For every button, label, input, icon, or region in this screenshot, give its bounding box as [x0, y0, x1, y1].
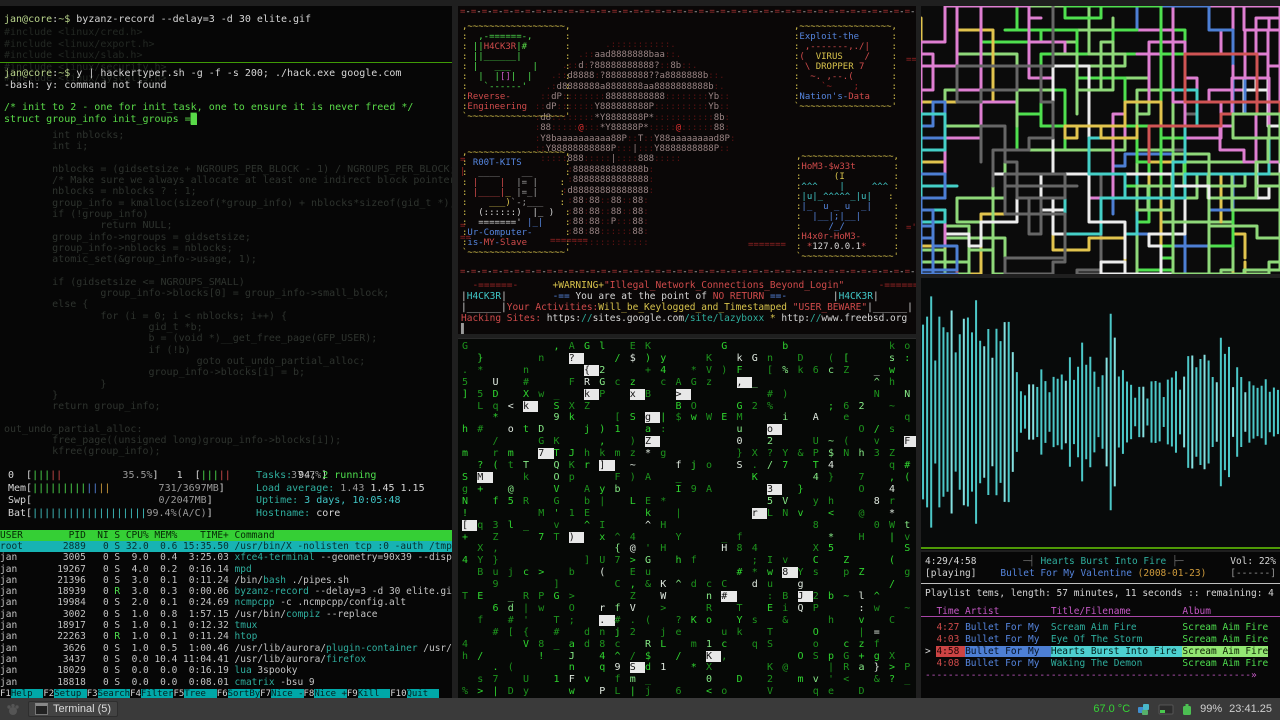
now-playing-artist: Bullet For My Valentine (2008-01-23) [1000, 568, 1207, 579]
fkey-label[interactable]: Nice - [271, 689, 304, 698]
cmatrix-pane[interactable]: G , A G l E K G b k o } n ? / $ ) y K k … [458, 338, 916, 699]
playlist-row[interactable]: 4:03 Bullet For My Eye Of The Storm Scre… [925, 634, 1276, 646]
fkey-F1[interactable]: F1 [0, 689, 11, 698]
ascii-border-bottom: =-=-=-=-=-=-=-=-=-=-=-=-=-=-=-=-=-=-=-=-… [460, 267, 916, 277]
matrix-rain: G , A G l E K G b k o } n ? / $ ) y K k … [462, 341, 916, 698]
hackertyper-line: struct group_info init_groups =█ [4, 114, 197, 125]
htop-process-row[interactable]: jan 18917 0 S 1.0 0.1 0:12.32 tmux [0, 620, 452, 631]
playlist-header-rule [921, 616, 1280, 617]
playlist-row[interactable]: > 4:58 Bullet For My Hearts Burst Into F… [925, 646, 1276, 658]
fkey-label[interactable]: Quit [406, 689, 440, 698]
fkey-F10[interactable]: F10 [390, 689, 406, 698]
fkey-F4[interactable]: F4 [130, 689, 141, 698]
htop-process-row[interactable]: jan 21396 0 S 3.0 0.1 0:11.24 /bin/bash … [0, 575, 452, 586]
shell-command-2: jan@core:~$ y | hackertyper.sh -g -f -s … [4, 68, 402, 79]
taskbar-button-terminal[interactable]: Terminal (5) [28, 701, 119, 717]
warning-banner: -======- +WARNING+"Illegal_Network_Conne… [461, 280, 916, 334]
music-player-pane[interactable]: 4:29/4:58 ─┤ Hearts Burst Into Fire ├─ V… [921, 552, 1280, 698]
launcher-icon[interactable] [6, 702, 20, 716]
htop-process-row[interactable]: jan 3626 0 S 1.0 0.5 1:00.46 /usr/lib/au… [0, 643, 452, 654]
fkey-label[interactable]: Setup [54, 689, 87, 698]
terminal-left-pane[interactable]: jan@core:~$ byzanz-record --delay=3 -d 3… [0, 6, 452, 698]
htop-process-row[interactable]: jan 3005 0 S 9.0 0.4 3:25.03 xfce4-termi… [0, 552, 452, 563]
fkey-label[interactable]: Nice + [314, 689, 347, 698]
progress-indicator[interactable]: [------] [1230, 568, 1276, 580]
now-playing-title: ─┤ Hearts Burst Into Fire ├─ [1023, 556, 1184, 567]
playlist-scroll-line: ----------------------------------------… [925, 670, 1257, 681]
hackertyper-comment: /* init to 2 - one for init_task, one to… [4, 102, 414, 113]
playlist-row[interactable]: 4:27 Bullet For My Scream Aim Fire Screa… [925, 622, 1276, 634]
volume-level[interactable]: Vol: 22% [1230, 556, 1276, 568]
htop-process-table: root 2889 0 S 32.0 0.6 15:35.50 /usr/bin… [0, 541, 452, 688]
fkey-F5[interactable]: F5 [173, 689, 184, 698]
fkey-label[interactable]: Kill [357, 689, 391, 698]
htop-process-row[interactable]: jan 19267 0 S 4.0 0.2 0:16.14 mpd [0, 564, 452, 575]
pipes-screensaver-pane[interactable] [921, 6, 1280, 274]
htop-process-row[interactable]: jan 18939 0 R 3.0 0.3 0:00.06 byzanz-rec… [0, 586, 452, 597]
virus-dropper-box: ,~~~~~~~~~~~~~~~~~,:Exploit-the :: ,----… [794, 22, 897, 112]
htop-process-row[interactable]: jan 18818 0 S 0.0 0.0 0:08.01 cmatrix -b… [0, 677, 452, 688]
htop-header-row[interactable]: USER PID NI S CPU% MEM% TIME+ Command [0, 530, 452, 541]
playlist-row[interactable]: 4:08 Bullet For My Waking The Demon Scre… [925, 658, 1276, 670]
ascii-edge-mark: ======= [550, 236, 588, 246]
ascii-art-pane[interactable]: =-=-=-=-=-=-=-=-=-=-=-=-=-=-=-=-=-=-=-=-… [458, 6, 916, 334]
fkey-F9[interactable]: F9 [347, 689, 358, 698]
fkey-label[interactable]: Tree [184, 689, 217, 698]
fkey-label[interactable]: SortBy [227, 689, 261, 698]
ascii-edge-mark: =' [906, 223, 916, 233]
hacker-box: ,~~~~~~~~~~~~~~~~~~,: ,-======-, :: ||H4… [462, 22, 571, 122]
htop-process-row[interactable]: jan 19984 0 S 2.0 0.1 0:24.69 ncmpcpp -c… [0, 597, 452, 608]
taskbar: Terminal (5) 67.0 °C 99% 23:41.25 [0, 698, 1280, 720]
ascii-edge-mark: == [906, 55, 916, 65]
fkey-label[interactable]: Search [97, 689, 131, 698]
playlist-statusline: Playlist tems, length: 57 minutes, 11 se… [925, 588, 1274, 599]
shell-command-1: jan@core:~$ byzanz-record --delay=3 -d 3… [4, 14, 312, 25]
ascii-edge-mark: == [460, 233, 471, 243]
htop-process-row[interactable]: jan 18029 0 S 0.0 0.0 0:16.19 lua 3spook… [0, 665, 452, 676]
fkey-F2[interactable]: F2 [43, 689, 54, 698]
htop-function-bar[interactable]: F1 Help F2 Setup F3 Search F4 Filter F5 Tree F6… [0, 689, 452, 698]
fkey-label[interactable]: Filter [140, 689, 174, 698]
htop-process-row[interactable]: jan 3437 0 S 0.0 10.4 11:04.41 /usr/lib/… [0, 654, 452, 665]
ascii-edge-mark: ======= [748, 240, 786, 250]
fkey-F6[interactable]: F6 [217, 689, 228, 698]
htop-process-row[interactable]: jan 22263 0 R 1.0 0.1 0:11.24 htop [0, 631, 452, 642]
player-state: [playing] [925, 568, 977, 579]
player-separator [921, 583, 1280, 584]
htop-process-row[interactable]: jan 3002 0 S 1.0 0.8 1:57.15 /usr/bin/co… [0, 609, 452, 620]
ascii-border-top: =-=-=-=-=-=-=-=-=-=-=-=-=-=-=-=-=-=-=-=-… [460, 7, 916, 17]
htop-process-row[interactable]: root 2889 0 S 32.0 0.6 15:35.50 /usr/bin… [0, 541, 452, 553]
fkey-F8[interactable]: F8 [304, 689, 315, 698]
clock[interactable]: 23:41.25 [1229, 703, 1272, 715]
fkey-F7[interactable]: F7 [260, 689, 271, 698]
tray-network-icon[interactable] [1137, 703, 1151, 716]
track-time: 4:29/4:58 [925, 556, 977, 567]
visualizer-baseline [921, 547, 1280, 549]
ghost-kernel-code: int nblocks; int i; nblocks = (gidsetsiz… [4, 130, 452, 458]
battery-percentage: 99% [1200, 703, 1223, 715]
ascii-edge-mark: = [460, 221, 466, 231]
haxor-home-box: ,~~~~~~~~~~~~~~~~~,:HoM3-$w33t :: (I ::^… [796, 152, 899, 262]
ascii-edge-mark: | [460, 167, 466, 177]
tray-printer-icon[interactable] [1158, 703, 1174, 715]
pipes-art [921, 6, 1280, 274]
terminal-icon [35, 703, 48, 715]
system-info: Tasks: 94; 2 running Load average: 1.43 1… [256, 470, 425, 519]
ascii-edge-mark: = [460, 155, 466, 165]
taskbar-button-label: Terminal (5) [53, 703, 112, 715]
fkey-label[interactable]: Help [10, 689, 44, 698]
pane-divider [0, 62, 452, 63]
desktop: jan@core:~$ byzanz-record --delay=3 -d 3… [0, 0, 1280, 720]
shell-error: -bash: y: command not found [4, 80, 167, 91]
fkey-F3[interactable]: F3 [87, 689, 98, 698]
cpu-temperature: 67.0 °C [1093, 703, 1131, 715]
visualizer-bars [922, 296, 1279, 528]
tray-battery-icon[interactable] [1181, 703, 1193, 716]
audio-visualizer-pane[interactable] [921, 278, 1280, 550]
